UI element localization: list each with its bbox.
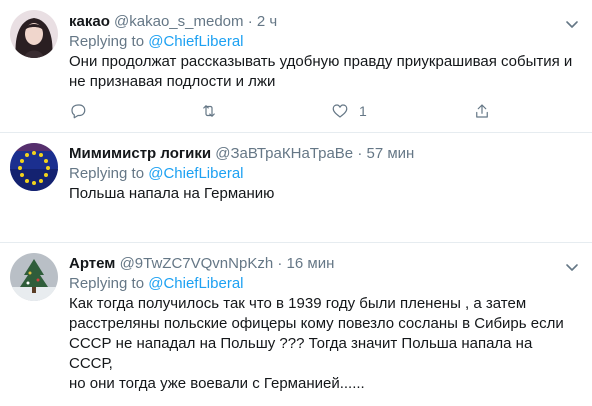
user-name[interactable]: какао [69,13,110,30]
tweet-text-line: Как тогда получилось так что в 1939 году… [69,295,527,312]
separator-dot: · [277,255,283,272]
avatar[interactable] [10,143,58,191]
replying-label: Replying to [69,275,145,292]
heart-icon [332,104,348,118]
tweet-text-line: но они тогда уже воевали с Германией....… [69,375,365,392]
tweet-card[interactable]: Артем @9TwZC7VQvnNpKzh · 16 мин Replying… [0,243,592,406]
user-name[interactable]: Мимимистр логики [69,145,211,162]
retweet-icon [203,105,215,117]
tweet-card[interactable]: какао @kakao_s_medom · 2 ч Replying to @… [0,0,592,133]
tweet-text-line: Польша напала на Германию [69,185,275,202]
user-handle[interactable]: @kakao_s_medom [114,13,243,30]
mention-link[interactable]: @ChiefLiberal [148,33,243,50]
separator-dot: · [357,145,363,162]
tweet-content: какао @kakao_s_medom · 2 ч Replying to @… [69,12,578,92]
mention-link[interactable]: @ChiefLiberal [148,165,243,182]
tweet-header: Артем @9TwZC7VQvnNpKzh · 16 мин [69,254,578,274]
tweet-header: Мимимистр логики @ЗаВТраКНаТраВе · 57 ми… [69,144,578,164]
user-name[interactable]: Артем [69,255,115,272]
replying-to: Replying to @ChiefLiberal [69,32,578,52]
tweet-header: какао @kakao_s_medom · 2 ч [69,12,578,32]
avatar[interactable] [10,253,58,301]
tweet-text-line: Они продолжат рассказывать удобную правд… [69,53,573,70]
tweet-time[interactable]: 16 мин [287,255,335,272]
tweet-content: Мимимистр логики @ЗаВТраКНаТраВе · 57 ми… [69,144,578,204]
user-handle[interactable]: @ЗаВТраКНаТраВе [215,145,353,162]
tweet-text-line: не признавая подлости и лжи [69,73,276,90]
reply-button[interactable] [69,101,87,121]
tweet-text-line: расстреляны польские офицеры кому повезл… [69,315,564,332]
replying-to: Replying to @ChiefLiberal [69,274,578,294]
tweet-text: Они продолжат рассказывать удобную правд… [69,52,578,92]
like-button[interactable]: 1 [331,101,367,121]
tweet-text: Как тогда получилось так что в 1939 году… [69,294,578,394]
retweet-button[interactable] [200,101,218,121]
share-icon [476,104,488,118]
separator-dot: · [247,13,253,30]
replying-label: Replying to [69,165,145,182]
tweet-text-line: СССР не нападал на Польшу ??? Тогда знач… [69,335,533,372]
tweet-content: Артем @9TwZC7VQvnNpKzh · 16 мин Replying… [69,254,578,394]
avatar[interactable] [10,10,58,58]
tweet-card[interactable]: Мимимистр логики @ЗаВТраКНаТраВе · 57 ми… [0,133,592,243]
replying-to: Replying to @ChiefLiberal [69,164,578,184]
reply-icon [71,104,86,119]
replying-label: Replying to [69,33,145,50]
tweet-time[interactable]: 57 мин [366,145,414,162]
tweet-text: Польша напала на Германию [69,184,578,204]
tweet-actions: 1 [69,101,509,121]
tweet-time[interactable]: 2 ч [257,13,277,30]
mention-link[interactable]: @ChiefLiberal [148,275,243,292]
user-handle[interactable]: @9TwZC7VQvnNpKzh [120,255,274,272]
share-button[interactable] [473,101,491,121]
like-count: 1 [359,103,367,119]
